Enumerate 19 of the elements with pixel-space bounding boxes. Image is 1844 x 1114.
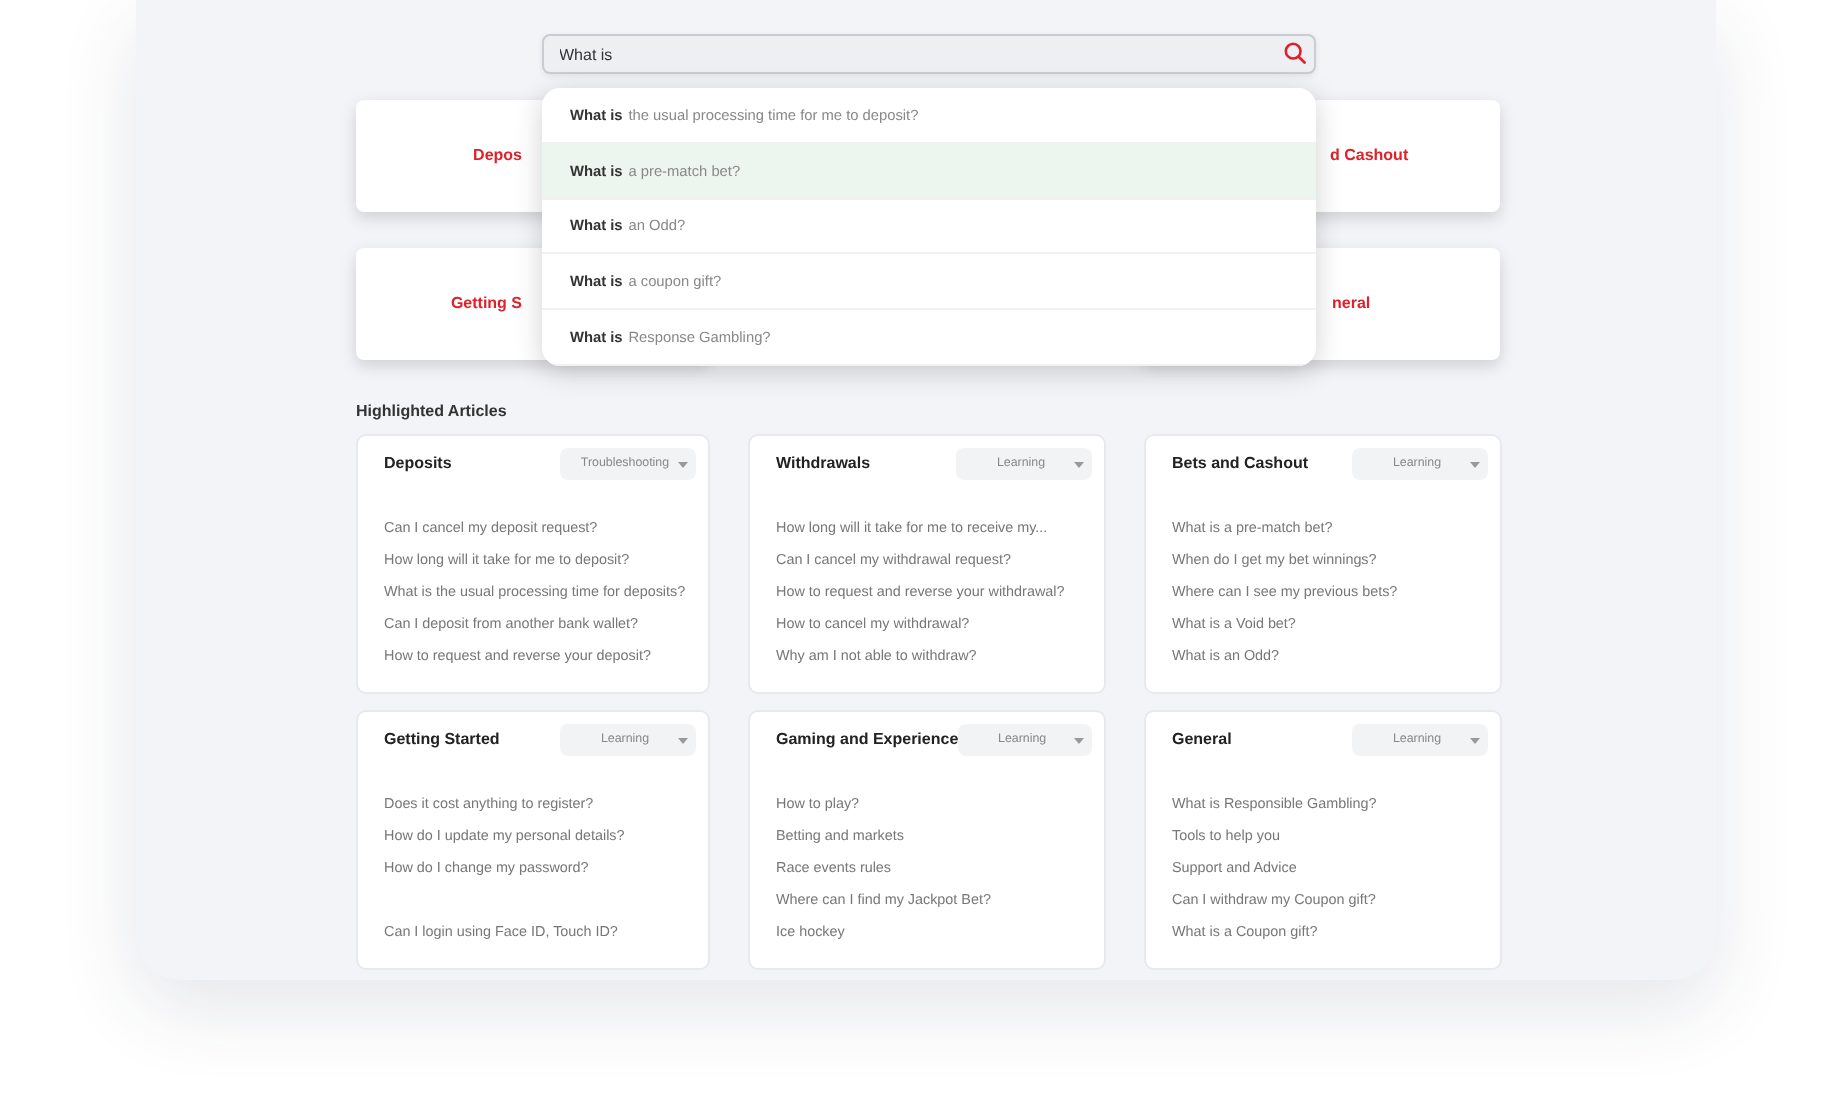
caret-icon: [1470, 461, 1480, 467]
caret-icon: [1470, 737, 1480, 743]
card-title: General: [1172, 728, 1232, 752]
category-label: neral: [1332, 292, 1371, 316]
card-title: Withdrawals: [776, 452, 871, 476]
caret-icon: [678, 461, 688, 467]
caret-icon: [1074, 737, 1084, 743]
category-label: Depos: [473, 144, 522, 168]
search-icon[interactable]: [1283, 42, 1305, 64]
category-label: Getting S: [450, 292, 522, 316]
caret-icon: [678, 737, 688, 743]
caret-icon: [1074, 461, 1084, 467]
card-title: Getting Started: [384, 728, 500, 752]
search-field[interactable]: What is: [541, 34, 1315, 74]
card-title: Gaming and Experience: [776, 728, 959, 752]
category-label: d Cashout: [1330, 144, 1409, 168]
section-title: Highlighted Articles: [356, 400, 509, 424]
card-title: Deposits: [384, 452, 452, 476]
card-title: Bets and Cashout: [1172, 452, 1309, 476]
